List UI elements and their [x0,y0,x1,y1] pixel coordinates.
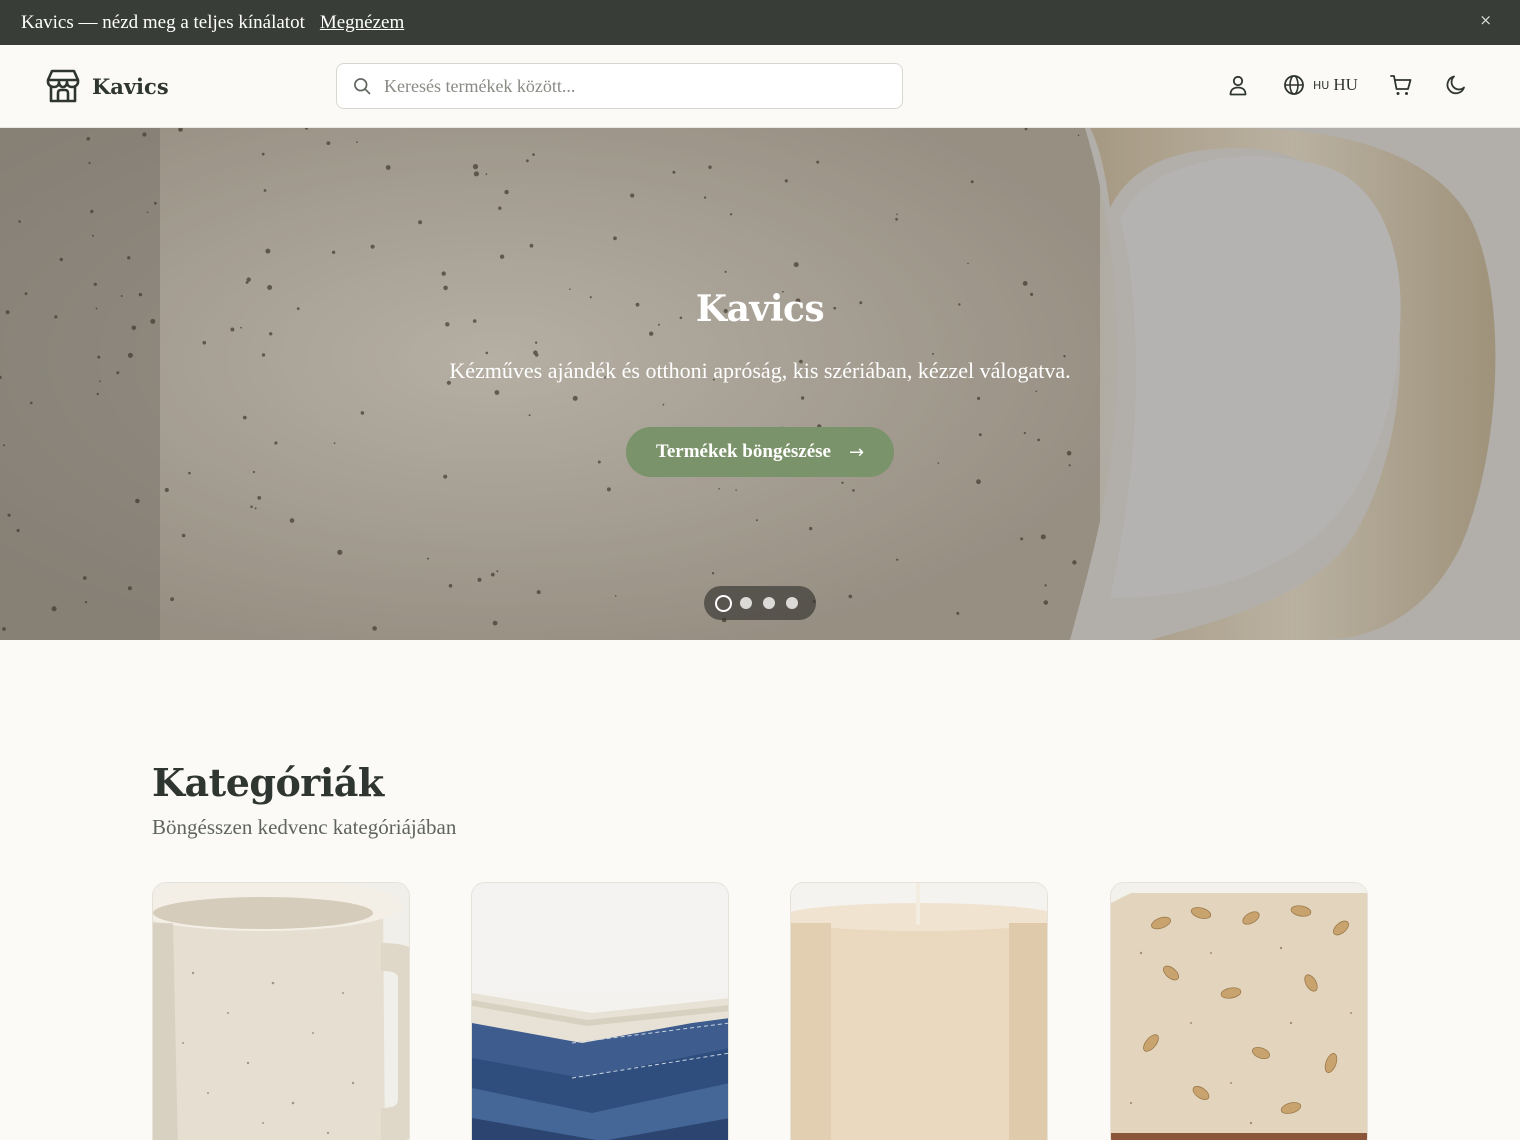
storefront-icon [46,69,80,103]
carousel-dot-1[interactable] [715,594,732,612]
cart-icon [1390,75,1412,95]
category-card-soaps[interactable] [1110,882,1368,1140]
announcement-text: Kavics — nézd meg a teljes kínálatot [21,11,305,33]
announcement-link[interactable]: Megnézem [320,12,404,34]
category-card-textiles[interactable] [471,882,729,1140]
search-icon [354,78,371,95]
carousel-indicators [704,586,816,620]
category-card-mugs[interactable] [152,882,410,1140]
search-input[interactable] [384,75,864,97]
brand-logo[interactable]: Kavics [46,68,169,104]
browse-products-label: Termékek böngészése [655,441,831,462]
arrow-right-icon: → [848,441,865,463]
language-code: HU [1333,75,1358,94]
site-header: Kavics HU HU [0,45,1520,128]
moon-icon [1446,75,1465,95]
search-box[interactable] [336,63,903,109]
hero-overlay [0,128,1520,640]
hero-banner: Kavics Kézműves ajándék és otthoni aprós… [0,128,1520,640]
carousel-dot-3[interactable] [763,597,775,609]
theme-toggle[interactable] [1444,73,1468,97]
language-switcher[interactable]: HU HU [1282,73,1358,97]
account-button[interactable] [1226,73,1250,97]
user-icon [1229,75,1247,96]
hero-subtitle: Kézműves ajándék és otthoni apróság, kis… [449,358,1071,383]
carousel-dot-2[interactable] [740,597,752,609]
announcement-bar: Kavics — nézd meg a teljes kínálatot Meg… [0,0,1520,45]
hero-title: Kavics [695,288,825,330]
mug-image [153,883,409,1140]
categories-subtitle: Böngésszen kedvenc kategóriájában [152,815,457,839]
textile-image [472,883,728,1140]
browse-products-button[interactable]: Termékek böngészése → [626,427,894,477]
carousel-dot-4[interactable] [786,597,798,609]
globe-icon [1284,75,1304,95]
cart-button[interactable] [1389,73,1413,97]
categories-heading: Kategóriák [152,760,384,805]
language-flag-code: HU [1313,78,1330,92]
close-icon[interactable]: × [1479,11,1492,29]
candle-image [791,883,1047,1140]
soap-image [1111,883,1367,1140]
brand-name: Kavics [92,73,169,99]
category-card-candles[interactable] [790,882,1048,1140]
